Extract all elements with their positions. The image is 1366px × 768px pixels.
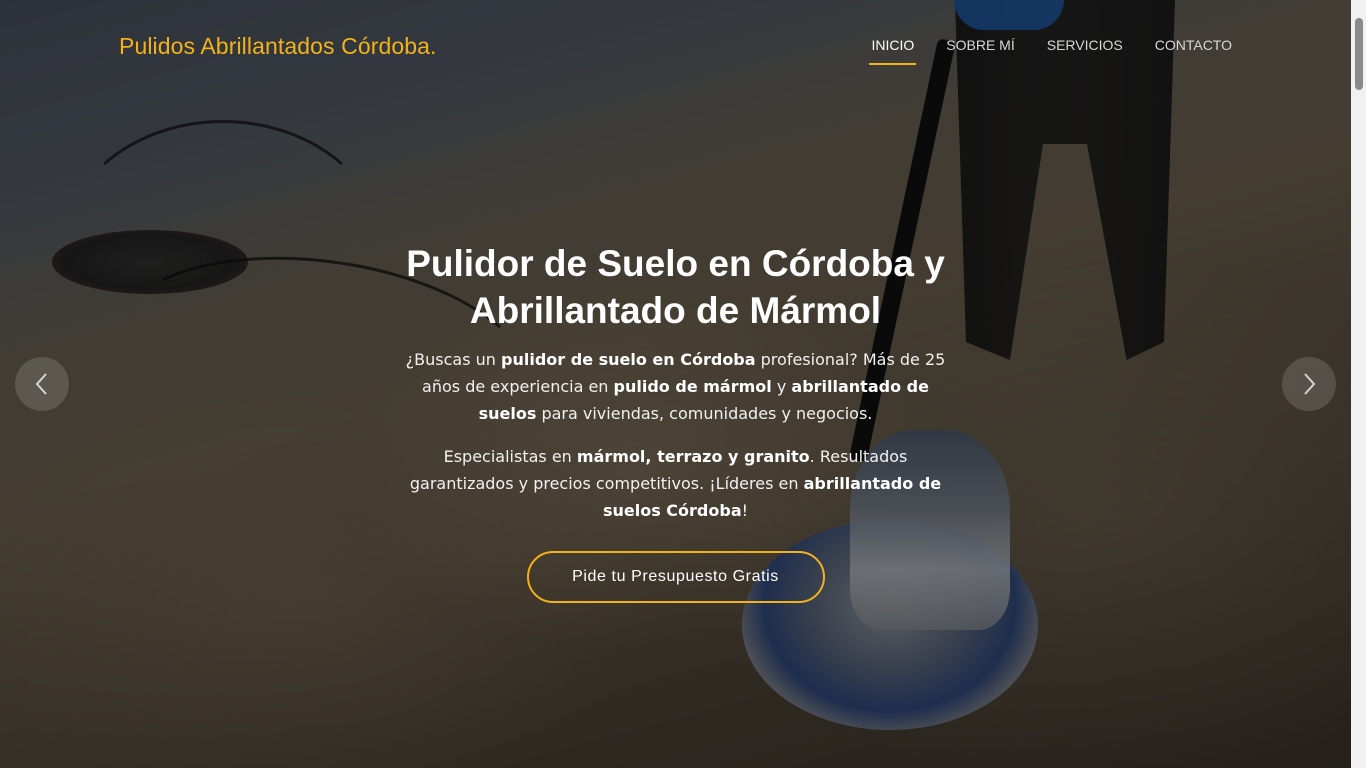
hero-p1-text: para viviendas, comunidades y negocios. <box>536 404 873 423</box>
hero-p1-text: ¿Buscas un <box>405 350 502 369</box>
hero-title-line2: Abrillantado de Mármol <box>469 290 882 331</box>
hero-content: Pulidor de Suelo en Córdoba y Abrillanta… <box>383 240 968 603</box>
hero-p1-bold: pulidor de suelo en Córdoba <box>501 350 756 369</box>
nav-item-sobre-mi[interactable]: SOBRE MÍ <box>946 37 1014 65</box>
chevron-left-icon <box>35 373 47 395</box>
nav-item-contacto[interactable]: CONTACTO <box>1155 37 1232 65</box>
hero-section: Pulidos Abrillantados Córdoba. INICIO SO… <box>0 0 1366 768</box>
hero-p1-bold: pulido de mármol <box>613 377 772 396</box>
hero-p2-text: ! <box>741 501 749 520</box>
page-scrollbar[interactable] <box>1351 0 1366 768</box>
hero-p1-text: y <box>771 377 792 396</box>
chevron-right-icon <box>1304 373 1316 395</box>
hero-p2-text: Especialistas en <box>443 447 577 466</box>
nav-item-servicios[interactable]: SERVICIOS <box>1047 37 1123 65</box>
nav-item-inicio[interactable]: INICIO <box>869 37 917 65</box>
scrollbar-thumb[interactable] <box>1355 18 1363 90</box>
request-quote-button[interactable]: Pide tu Presupuesto Gratis <box>526 551 825 603</box>
hero-intro-paragraph: ¿Buscas un pulidor de suelo en Córdoba p… <box>383 346 968 427</box>
brand-text: Pulidos Abrillantados Córdoba <box>119 33 431 59</box>
hero-title: Pulidor de Suelo en Córdoba y Abrillanta… <box>383 240 968 334</box>
hero-specialist-paragraph: Especialistas en mármol, terrazo y grani… <box>383 443 968 524</box>
main-nav: INICIO SOBRE MÍ SERVICIOS CONTACTO <box>839 37 1232 65</box>
carousel-prev-button[interactable] <box>15 357 69 411</box>
site-logo[interactable]: Pulidos Abrillantados Córdoba. <box>119 33 437 60</box>
hero-p2-bold: mármol, terrazo y granito <box>576 447 810 466</box>
brand-dot: . <box>430 33 437 59</box>
carousel-next-button[interactable] <box>1282 357 1336 411</box>
hero-title-line1: Pulidor de Suelo en Córdoba y <box>406 243 945 284</box>
